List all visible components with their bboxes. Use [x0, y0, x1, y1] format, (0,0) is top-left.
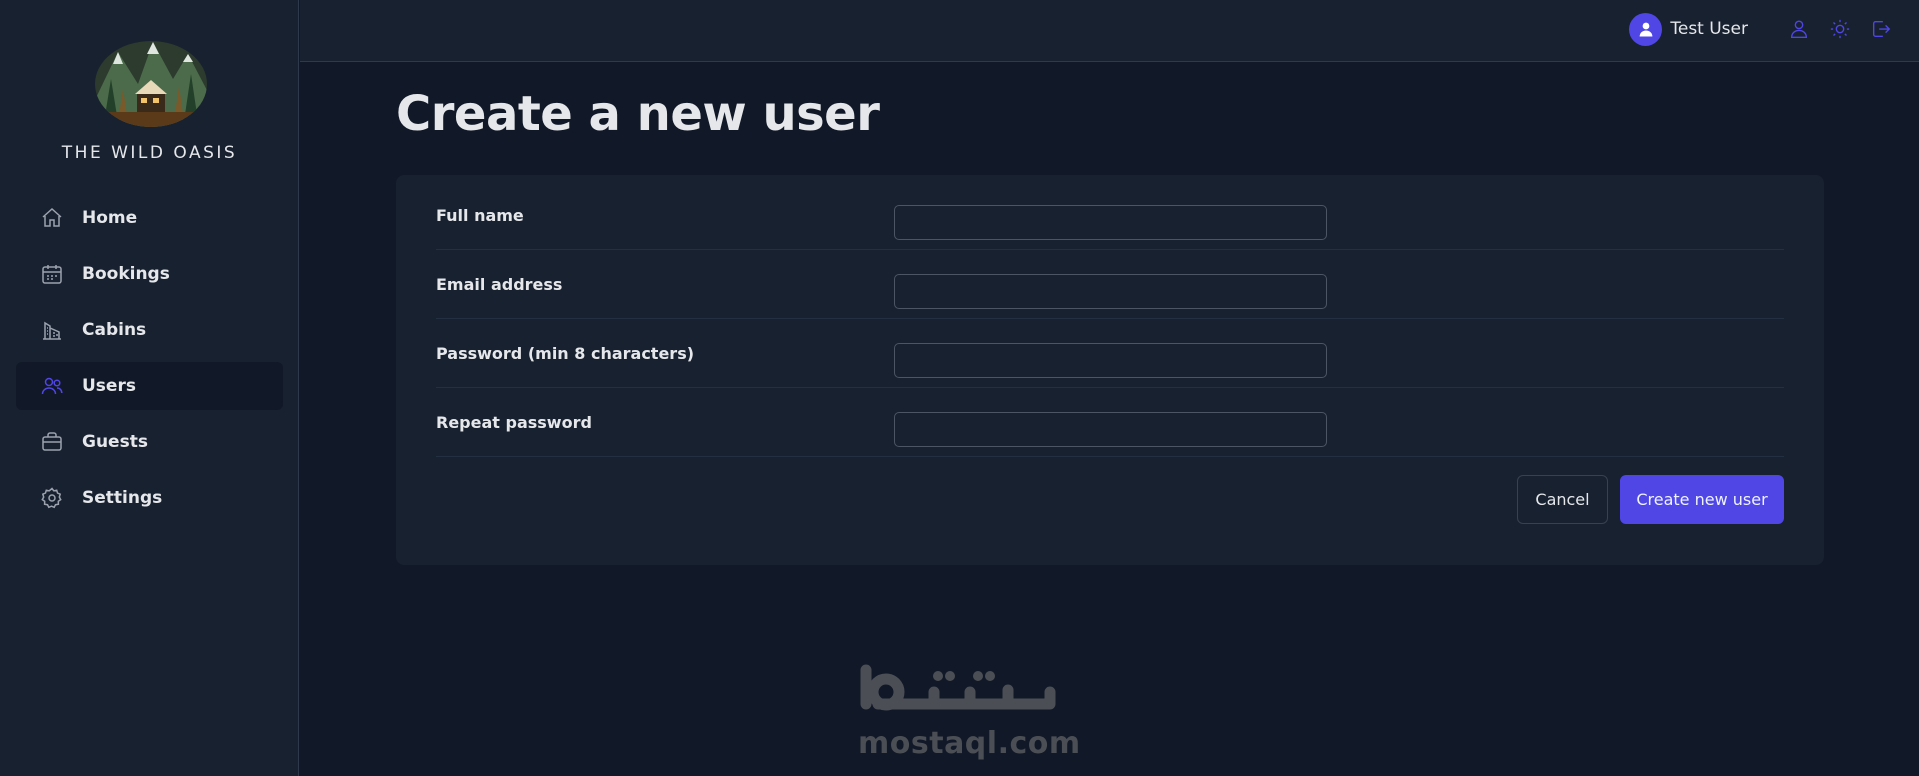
sidebar: THE WILD OASIS Home Bookings Cabins User… [0, 0, 299, 776]
mostaql-arabic-logo [860, 664, 1056, 711]
briefcase-icon [40, 430, 64, 454]
watermark-text: mostaql.com [858, 726, 1081, 761]
header-user-area: Test User [1629, 12, 1893, 46]
password-input[interactable] [894, 343, 1327, 378]
sidebar-item-label: Bookings [82, 264, 170, 284]
sun-icon[interactable] [1828, 17, 1852, 41]
wild-oasis-logo [93, 34, 209, 128]
main-nav: Home Bookings Cabins Users Guests Settin… [16, 194, 283, 530]
home-icon [40, 206, 64, 230]
form-row-full-name: Full name [436, 181, 1784, 250]
sidebar-item-settings[interactable]: Settings [16, 474, 283, 522]
form-row-repeat-password: Repeat password [436, 388, 1784, 457]
page-title: Create a new user [396, 86, 880, 142]
sidebar-item-home[interactable]: Home [16, 194, 283, 242]
sidebar-item-label: Home [82, 208, 138, 228]
building-icon [40, 318, 64, 342]
full-name-label: Full name [436, 206, 524, 225]
repeat-password-input[interactable] [894, 412, 1327, 447]
mostaql-watermark: mostaql.com [858, 660, 1081, 761]
email-label: Email address [436, 275, 563, 294]
sidebar-item-label: Users [82, 376, 136, 396]
user-icon[interactable] [1787, 17, 1811, 41]
create-user-button[interactable]: Create new user [1620, 475, 1784, 524]
form-row-email: Email address [436, 250, 1784, 319]
full-name-input[interactable] [894, 205, 1327, 240]
brand-name: THE WILD OASIS [61, 143, 238, 163]
repeat-password-label: Repeat password [436, 413, 592, 432]
users-icon [40, 374, 64, 398]
logout-icon[interactable] [1869, 17, 1893, 41]
sidebar-item-label: Cabins [82, 320, 147, 340]
calendar-icon [40, 262, 64, 286]
sidebar-item-label: Settings [82, 488, 163, 508]
password-label: Password (min 8 characters) [436, 344, 695, 363]
user-name: Test User [1670, 19, 1748, 39]
sidebar-item-cabins[interactable]: Cabins [16, 306, 283, 354]
cancel-button[interactable]: Cancel [1517, 475, 1608, 524]
sidebar-item-label: Guests [82, 432, 148, 452]
create-user-form: Full name Email address Password (min 8 … [396, 175, 1824, 565]
top-header: Test User [300, 0, 1919, 62]
email-input[interactable] [894, 274, 1327, 309]
sidebar-item-guests[interactable]: Guests [16, 418, 283, 466]
gear-icon [40, 486, 64, 510]
sidebar-item-users[interactable]: Users [16, 362, 283, 410]
avatar[interactable] [1629, 12, 1663, 46]
sidebar-item-bookings[interactable]: Bookings [16, 250, 283, 298]
form-row-password: Password (min 8 characters) [436, 319, 1784, 388]
